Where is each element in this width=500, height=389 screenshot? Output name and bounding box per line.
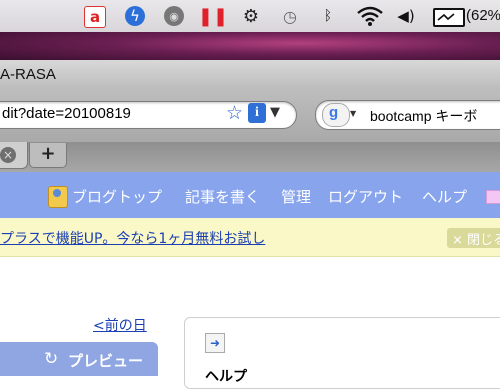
- preview-label[interactable]: プレビュー: [68, 350, 143, 371]
- flash-lightning-icon[interactable]: ϟ: [125, 6, 145, 26]
- desktop-wallpaper: [0, 32, 500, 60]
- nav-write-article[interactable]: 記事を書く: [185, 186, 260, 207]
- refresh-icon: ↻: [44, 349, 59, 369]
- nav-manage[interactable]: 管理: [281, 186, 311, 207]
- page-info-icon[interactable]: i: [248, 103, 266, 123]
- help-heading: ヘルプ: [205, 369, 247, 385]
- new-tab-button[interactable]: +: [29, 143, 67, 168]
- window-titlebar[interactable]: [0, 60, 500, 91]
- avira-antivirus-icon[interactable]: a: [84, 6, 106, 28]
- nav-blog-top[interactable]: ブログトップ: [72, 186, 162, 207]
- promo-close-label[interactable]: × 閉じる: [452, 229, 500, 248]
- prev-day-link[interactable]: <前の日: [93, 315, 147, 335]
- nav-logout[interactable]: ログアウト: [328, 186, 403, 207]
- tab-close-icon[interactable]: ×: [0, 147, 16, 163]
- battery-icon[interactable]: [433, 8, 465, 27]
- address-text[interactable]: dit?date=20100819: [2, 105, 131, 122]
- promo-link[interactable]: プラスで機能UP。今なら1ヶ月無料お試し: [0, 228, 265, 248]
- nav-more-icon[interactable]: [486, 190, 500, 204]
- nav-help[interactable]: ヘルプ: [422, 186, 467, 207]
- webcam-icon[interactable]: ◉: [164, 6, 184, 26]
- time-machine-clock-icon[interactable]: ◷: [280, 6, 300, 26]
- bookmark-star-icon[interactable]: ☆: [226, 102, 243, 124]
- bluetooth-icon[interactable]: ᛒ: [320, 6, 336, 26]
- chevron-down-icon[interactable]: ▼: [270, 105, 280, 120]
- wifi-icon[interactable]: [355, 4, 385, 28]
- sync-gear-icon[interactable]: ⚙: [241, 6, 261, 27]
- google-icon: g: [329, 104, 339, 121]
- window-title: A-RASA: [0, 66, 56, 83]
- search-input[interactable]: bootcamp キーボ: [370, 106, 477, 126]
- user-icon-head: [53, 189, 61, 197]
- tab-bar: [0, 142, 500, 172]
- engine-dropdown-icon[interactable]: ▼: [350, 109, 356, 118]
- battery-percent: (62%: [466, 7, 500, 24]
- pause-icon[interactable]: ❚❚: [198, 6, 228, 27]
- volume-icon[interactable]: ◀): [394, 6, 418, 26]
- expand-icon[interactable]: ➜: [205, 333, 225, 353]
